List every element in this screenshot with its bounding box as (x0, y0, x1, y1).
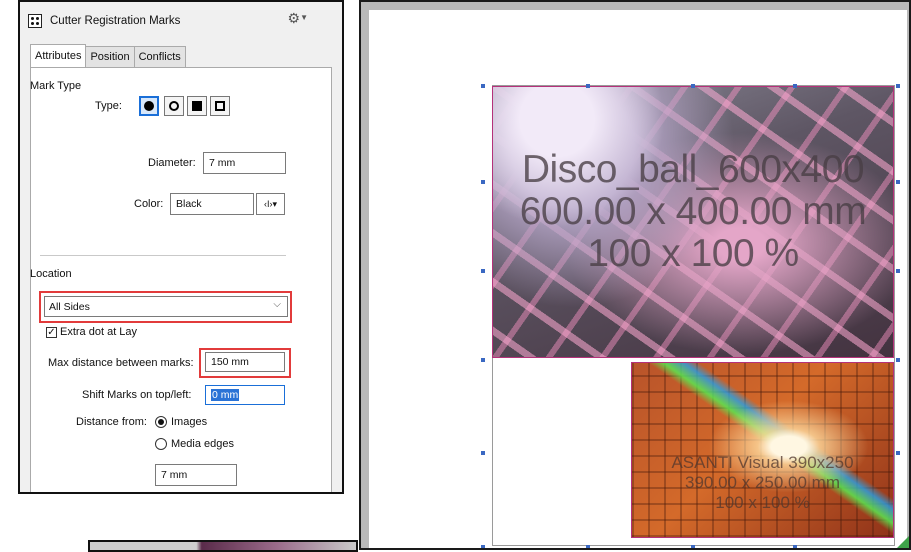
mark-type-heading: Mark Type (30, 80, 82, 92)
image-scale: 100 x 100 % (587, 232, 799, 275)
distance-from-label: Distance from: (76, 416, 147, 428)
type-label: Type: (95, 100, 122, 112)
location-heading: Location (30, 268, 72, 280)
registration-mark (586, 84, 590, 88)
image-size: 600.00 x 400.00 mm (519, 190, 867, 233)
registration-mark (481, 358, 485, 362)
highlight-max-distance (199, 348, 291, 378)
divider (40, 255, 286, 256)
image-disco-ball[interactable]: Disco_ball_600x400 600.00 x 400.00 mm 10… (492, 86, 894, 358)
shape-outline-square-button[interactable] (210, 96, 230, 116)
shift-marks-field[interactable]: 0 mm (205, 385, 285, 405)
registration-mark (896, 180, 900, 184)
color-field[interactable]: Black (170, 193, 254, 215)
outline-circle-icon (169, 101, 179, 111)
radio-media-edges-label: Media edges (171, 438, 234, 450)
radio-media-edges[interactable] (155, 438, 167, 450)
registration-mark (481, 451, 485, 455)
color-picker-button[interactable]: ‹I›▾ (256, 193, 285, 215)
outline-square-icon (215, 101, 225, 111)
tab-attributes[interactable]: Attributes (30, 44, 87, 67)
registration-mark (481, 180, 485, 184)
tab-position[interactable]: Position (85, 46, 135, 67)
diameter-field[interactable]: 7 mm (203, 152, 286, 174)
panel-title: Cutter Registration Marks (50, 15, 181, 27)
radio-images[interactable] (155, 416, 167, 428)
gear-icon[interactable]: ⚙ (287, 10, 300, 27)
extra-dot-checkbox[interactable]: ✓ (46, 327, 57, 338)
cutter-marks-icon (28, 14, 42, 28)
layout-canvas[interactable]: Disco_ball_600x400 600.00 x 400.00 mm 10… (359, 0, 911, 550)
registration-mark (481, 545, 485, 548)
chevron-down-icon[interactable]: ▼ (300, 13, 308, 22)
image-asanti-visual[interactable]: ASANTI Visual 390x250 390.00 x 250.00 mm… (631, 362, 894, 538)
tab-bar: Attributes Position Conflicts (30, 44, 186, 67)
filled-circle-icon (144, 101, 154, 111)
image-name: Disco_ball_600x400 (521, 148, 865, 191)
radio-images-label: Images (171, 416, 208, 428)
registration-mark (896, 84, 900, 88)
max-distance-label: Max distance between marks: (48, 357, 194, 369)
shape-filled-circle-button[interactable] (139, 96, 159, 116)
registration-mark (481, 269, 485, 273)
shape-filled-square-button[interactable] (187, 96, 207, 116)
extra-dot-label: Extra dot at Lay (60, 326, 138, 338)
registration-mark (691, 545, 695, 548)
registration-mark (793, 84, 797, 88)
registration-mark (896, 358, 900, 362)
registration-mark (896, 269, 900, 273)
diameter-label: Diameter: (148, 157, 196, 169)
shift-marks-label: Shift Marks on top/left: (82, 389, 192, 401)
panel-header: Cutter Registration Marks (28, 12, 180, 30)
shift-marks-value: 0 mm (211, 389, 240, 401)
thumbnail-strip (88, 540, 358, 552)
distance-field[interactable]: 7 mm (155, 464, 237, 486)
image-info-text: ASANTI Visual 390x250 390.00 x 250.00 mm… (632, 453, 893, 513)
shape-outline-circle-button[interactable] (164, 96, 184, 116)
registration-mark (793, 545, 797, 548)
registration-mark (896, 451, 900, 455)
registration-mark (691, 84, 695, 88)
image-name: ASANTI Visual 390x250 (671, 453, 854, 472)
registration-mark (586, 545, 590, 548)
highlight-location (39, 291, 292, 323)
image-info-text: Disco_ball_600x400 600.00 x 400.00 mm 10… (493, 149, 893, 275)
tab-conflicts[interactable]: Conflicts (133, 46, 186, 67)
filled-square-icon (192, 101, 202, 111)
corner-indicator (897, 536, 909, 548)
registration-mark (481, 84, 485, 88)
attributes-tab-content (30, 67, 332, 492)
color-label: Color: (134, 198, 164, 210)
image-size: 390.00 x 250.00 mm (685, 473, 840, 492)
image-scale: 100 x 100 % (715, 493, 810, 512)
